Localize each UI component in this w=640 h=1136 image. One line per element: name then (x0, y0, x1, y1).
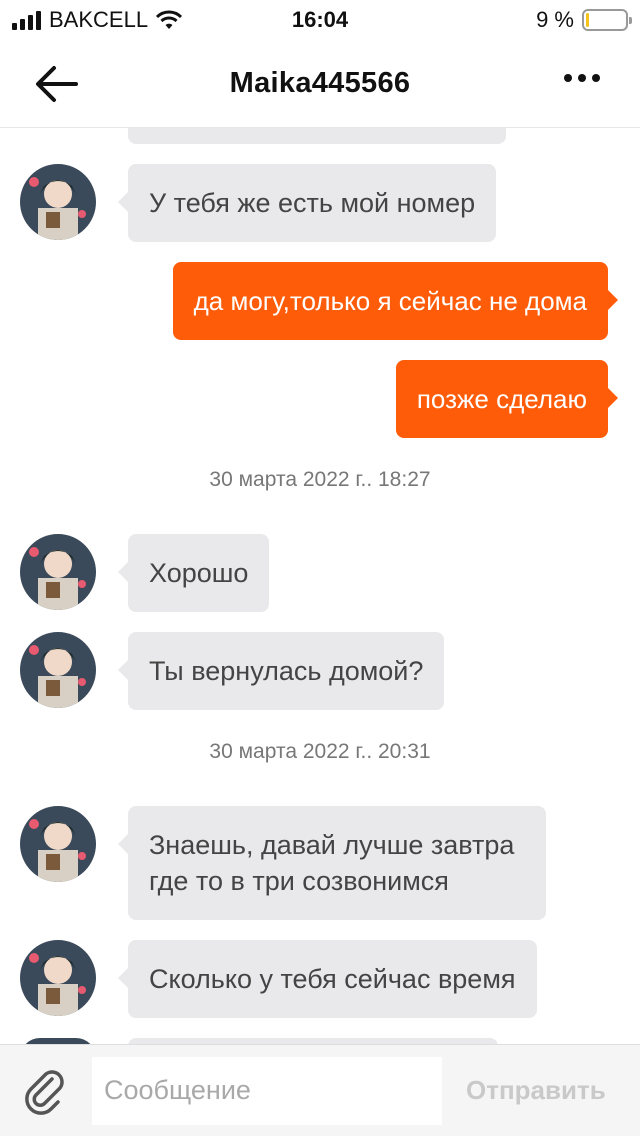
message-text: Хорошо (117, 534, 270, 612)
date-separator: 30 марта 2022 г.. 18:27 (209, 468, 431, 491)
attach-button[interactable] (22, 1067, 70, 1115)
message-text: Сколько у тебя сейчас время (118, 940, 537, 1018)
back-button[interactable] (34, 62, 90, 106)
message-text: У тебя же есть мой номер (117, 164, 497, 242)
date-separator: 30 марта 2022 г.. 20:31 (209, 740, 431, 763)
message-incoming: Знаешь, давай лучше завтра где то в три … (20, 806, 546, 920)
message-list[interactable]: У тебя же есть мой номер да могу,только … (0, 128, 640, 1044)
message-text: да могу,только я сейчас не дома (172, 262, 619, 340)
battery-icon (582, 9, 632, 31)
message-incoming: У тебя же есть мой номер (20, 164, 497, 242)
message-text: Ты вернулась домой? (117, 632, 445, 710)
chat-header: Maika445566 (0, 40, 640, 128)
battery-level (586, 13, 590, 27)
avatar[interactable] (20, 534, 96, 610)
message-bubble-partial (128, 128, 506, 144)
chat-title: Maika445566 (229, 67, 411, 99)
paperclip-icon (25, 1069, 64, 1115)
message-composer: Отправить (0, 1044, 640, 1136)
send-button[interactable]: Отправить (466, 1075, 606, 1106)
status-right: 9 % (536, 7, 632, 33)
carrier-name: BAKCELL (49, 7, 149, 32)
battery-percent: 9 % (536, 7, 574, 32)
message-text: позже сделаю (395, 360, 619, 438)
signal-strength-icon (12, 10, 41, 30)
message-outgoing: да могу,только я сейчас не дома (172, 262, 619, 340)
status-left: BAKCELL (12, 7, 183, 33)
message-outgoing: позже сделаю (395, 360, 619, 438)
avatar[interactable] (20, 632, 96, 708)
arrow-left-icon (36, 66, 78, 102)
more-options-button[interactable] (564, 74, 600, 82)
message-incoming: Сколько у тебя сейчас время (20, 940, 537, 1018)
message-incoming: Ты вернулась домой? (20, 632, 445, 710)
wifi-icon (156, 10, 183, 29)
avatar[interactable] (20, 806, 96, 882)
message-incoming: Хорошо (20, 534, 270, 612)
more-horizontal-icon (564, 74, 572, 82)
status-bar: BAKCELL 16:04 9 % (0, 0, 640, 40)
avatar[interactable] (20, 164, 96, 240)
message-text: Знаешь, давай лучше завтра где то в три … (118, 806, 546, 920)
avatar[interactable] (20, 940, 96, 1016)
message-input[interactable] (92, 1056, 442, 1125)
